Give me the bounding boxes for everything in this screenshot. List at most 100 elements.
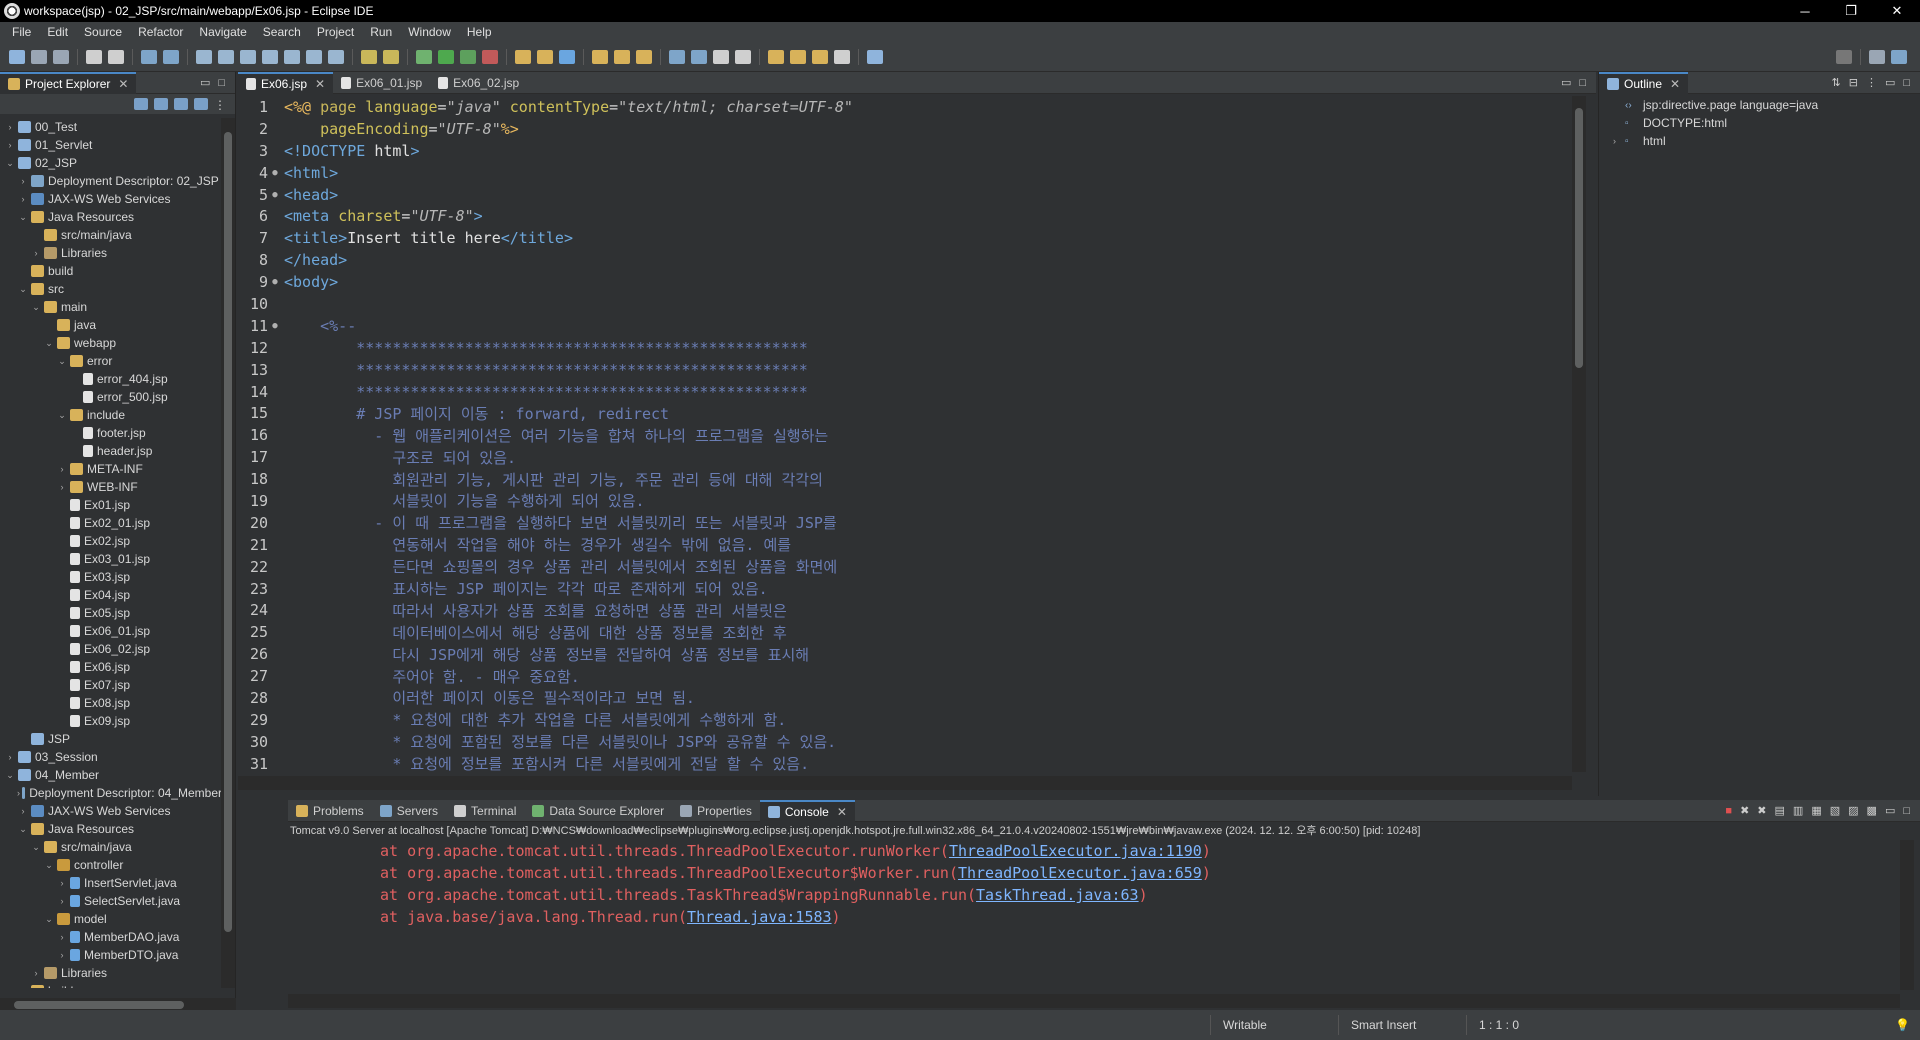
minimize-icon[interactable]: ▭ [1561,76,1571,89]
search-icon[interactable] [1836,49,1852,64]
java-ee-perspective-icon[interactable] [1891,49,1907,64]
step-over-icon[interactable] [306,49,322,64]
chevron-right-icon[interactable]: › [56,464,68,474]
chevron-right-icon[interactable]: › [56,932,68,942]
chevron-right-icon[interactable]: › [17,788,20,798]
menu-item-window[interactable]: Window [400,25,459,39]
tab-servers[interactable]: Servers [372,800,446,822]
filter-icon[interactable] [174,98,188,110]
code-line[interactable]: 14 *************************************… [238,381,1572,403]
code-line[interactable]: 2 pageEncoding="UTF-8"%> [238,118,1572,140]
code-editor[interactable]: 1 <%@ page language="java" contentType="t… [238,96,1572,784]
chevron-down-icon[interactable]: ⌄ [56,356,68,367]
chevron-right-icon[interactable]: › [17,806,29,816]
restore-button[interactable]: ❐ [1828,3,1874,19]
close-icon[interactable]: ✕ [315,77,325,91]
chevron-down-icon[interactable]: ⌄ [43,338,55,349]
view-menu-icon[interactable]: ⋮ [1866,76,1877,89]
tree-item[interactable]: › WEB-INF [0,478,222,496]
code-line[interactable]: 16 - 웹 애플리케이션은 여러 기능을 합쳐 하나의 프로그램을 실행하는 [238,424,1572,446]
view-menu-icon[interactable]: ⋮ [214,98,226,112]
code-line[interactable]: 29 * 요청에 대한 추가 작업을 다른 서블릿에게 수행하게 함. [238,709,1572,731]
code-line[interactable]: 27 주어야 함. - 매우 중요함. [238,665,1572,687]
tree-item[interactable]: Ex03.jsp [0,568,222,586]
coverage-icon[interactable] [460,49,476,64]
close-window-button[interactable]: ✕ [1874,3,1920,19]
menu-item-refactor[interactable]: Refactor [130,25,191,39]
tree-item[interactable]: Ex08.jsp [0,694,222,712]
tab-console[interactable]: Console ✕ [759,799,855,822]
tree-item[interactable]: Ex07.jsp [0,676,222,694]
close-icon[interactable]: ✕ [1670,77,1680,91]
code-line[interactable]: 18 회원관리 기능, 게시판 관리 기능, 주문 관리 등에 대해 각각의 [238,468,1572,490]
tree-item[interactable]: › Libraries [0,964,222,982]
tab-data-source-explorer[interactable]: Data Source Explorer [524,800,672,822]
code-line[interactable]: 11 ● <%-- [238,315,1572,337]
tree-item[interactable]: ⌄ controller [0,856,222,874]
tree-item[interactable]: Ex09.jsp [0,712,222,730]
maximize-icon[interactable]: □ [1903,805,1910,817]
chevron-right-icon[interactable]: › [30,248,42,258]
edit-icon[interactable] [636,49,652,64]
pin-icon[interactable] [713,49,729,64]
step-return-icon[interactable] [328,49,344,64]
step-into-icon[interactable] [284,49,300,64]
tree-item[interactable]: Ex06_02.jsp [0,640,222,658]
terminal-icon[interactable] [141,49,157,64]
tree-item[interactable]: › META-INF [0,460,222,478]
tree-item[interactable]: Ex02.jsp [0,532,222,550]
terminate-icon[interactable]: ■ [1725,805,1732,817]
source-link[interactable]: ThreadPoolExecutor.java:659 [958,864,1202,882]
tree-item[interactable]: java [0,316,222,334]
code-line[interactable]: 17 구조로 되어 있음. [238,446,1572,468]
collapse-all-icon[interactable] [134,98,148,110]
tree-item[interactable]: › InsertServlet.java [0,874,222,892]
tree-item[interactable]: › SelectServlet.java [0,892,222,910]
scroll-thumb[interactable] [1575,108,1583,368]
tree-item[interactable]: build [0,262,222,280]
code-line[interactable]: 19 서블릿이 기능을 수행하게 되어 있음. [238,490,1572,512]
skip-breakpoints-icon[interactable] [163,49,179,64]
fold-icon[interactable]: ● [270,321,280,331]
notification-icon[interactable]: 💡 [1895,1018,1920,1032]
tree-item[interactable]: ⌄ Java Resources [0,820,222,838]
code-line[interactable]: 15 # JSP 페이지 이동 : forward, redirect [238,402,1572,424]
chevron-right-icon[interactable]: › [56,950,68,960]
tab-problems[interactable]: Problems [288,800,372,822]
open-folder-icon[interactable] [592,49,608,64]
code-line[interactable]: 22 든다면 쇼핑몰의 경우 상품 관리 서블릿에서 조회된 상품을 화면에 [238,556,1572,578]
close-icon[interactable]: ✕ [837,805,847,819]
nav-back-icon[interactable] [812,49,828,64]
tree-item[interactable]: › Deployment Descriptor: 04_Member [0,784,222,802]
remove-all-icon[interactable]: ✖ [1757,804,1766,817]
chevron-down-icon[interactable]: ⌄ [4,770,16,781]
code-line[interactable]: 28 이러한 페이지 이동은 필수적이라고 보면 됨. [238,687,1572,709]
menu-item-source[interactable]: Source [76,25,130,39]
chevron-right-icon[interactable]: › [17,176,29,186]
tree-item[interactable]: Ex06_01.jsp [0,622,222,640]
menu-item-project[interactable]: Project [309,25,362,39]
code-line[interactable]: 30 * 요청에 포함된 정보를 다른 서블릿이나 JSP와 공유할 수 있음. [238,731,1572,753]
menu-item-run[interactable]: Run [362,25,400,39]
remove-launch-icon[interactable]: ✖ [1740,804,1749,817]
redo-icon[interactable] [108,49,124,64]
tree-item[interactable]: › 01_Servlet [0,136,222,154]
console-horizontal-scrollbar[interactable] [288,994,1900,1008]
tab-outline[interactable]: Outline ✕ [1599,71,1689,94]
chevron-right-icon[interactable]: › [30,968,42,978]
run-icon[interactable] [438,49,454,64]
minimize-icon[interactable]: ▭ [200,76,210,89]
nav-forward-icon[interactable] [834,49,850,64]
tab-project-explorer[interactable]: Project Explorer ✕ [0,71,137,94]
tree-item[interactable]: › Libraries [0,244,222,262]
tree-item[interactable]: Ex03_01.jsp [0,550,222,568]
tree-item[interactable]: › build [0,982,222,988]
tree-item[interactable]: footer.jsp [0,424,222,442]
chevron-down-icon[interactable]: ⌄ [56,410,68,421]
outline-item[interactable]: › ▫ html [1599,132,1920,150]
debug-icon[interactable] [416,49,432,64]
code-line[interactable]: 20 - 이 때 프로그램을 실행하다 보면 서블릿끼리 또는 서블릿과 JSP… [238,512,1572,534]
code-line[interactable]: 13 *************************************… [238,359,1572,381]
fold-icon[interactable]: ● [270,190,280,200]
source-link[interactable]: Thread.java:1583 [687,908,832,926]
